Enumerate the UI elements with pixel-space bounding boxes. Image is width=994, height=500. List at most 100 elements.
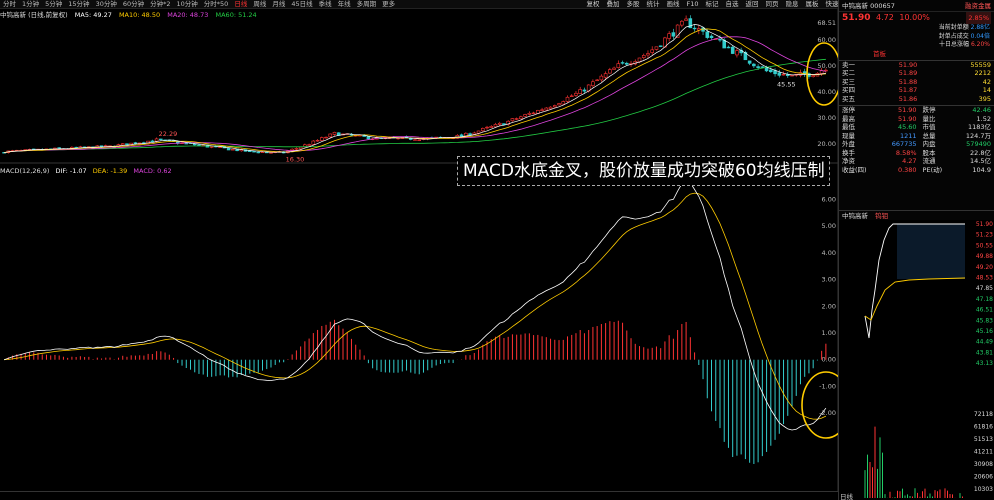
candle-body (790, 74, 794, 77)
book-price: 51.86 (898, 94, 918, 103)
intraday-vol-label: 41211 (974, 449, 993, 456)
stats-row: 换手 8.58% 股本 22.8亿 (839, 149, 994, 158)
stat-label: 现量 (842, 131, 855, 140)
price-annotation: 16.30 (286, 155, 305, 163)
intraday-tick-label: 45.16 (976, 328, 993, 335)
period-tab[interactable]: 年线 (335, 0, 354, 8)
candle-body (722, 39, 727, 49)
period-tab[interactable]: 60分钟 (120, 0, 147, 8)
toolbar-button[interactable]: 属板 (802, 0, 822, 9)
stats-row: 净资 4.27 流通 14.5亿 (839, 157, 994, 166)
intraday-tick-label: 51.23 (976, 232, 993, 239)
toolbar-button[interactable]: 画线 (663, 0, 683, 9)
legend-ma60: MA60: 51.24 (215, 11, 257, 19)
toolbar-button[interactable]: 返回 (742, 0, 762, 9)
period-tab[interactable]: 周线 (250, 0, 269, 8)
candle-body (150, 140, 155, 143)
candle-body (527, 112, 532, 115)
candle-body (468, 133, 472, 136)
toolbar-button[interactable]: 多股 (623, 0, 643, 9)
stat-label: 最低 (842, 123, 855, 131)
ma20-line (4, 36, 826, 154)
toolbar-button[interactable]: 隐息 (782, 0, 802, 9)
seal-amount-label: 当前封单额 (938, 24, 969, 31)
ma10-line (4, 28, 826, 154)
period-tab[interactable]: 5分钟 (42, 0, 65, 8)
toolbar-button[interactable]: 叠加 (603, 0, 623, 9)
tab-sector[interactable]: 钨钼 (875, 212, 888, 220)
book-volume: 14 (982, 86, 991, 94)
toolbar-button[interactable]: 自选 (722, 0, 742, 9)
stat-value: 8.58% (895, 148, 917, 157)
period-tab[interactable]: 季线 (316, 0, 335, 8)
stat-label: 收益(四) (842, 165, 867, 174)
candle-body (218, 146, 222, 148)
toolbar-button[interactable]: 标记 (702, 0, 722, 9)
candle-body (726, 46, 731, 49)
period-tab[interactable]: 更多 (379, 0, 398, 8)
toolbar-button[interactable]: 复权 (583, 0, 603, 9)
candle-body (519, 116, 523, 120)
period-tab[interactable]: 月线 (269, 0, 288, 8)
candle-body (764, 67, 769, 72)
period-tab[interactable]: 分时*50 (201, 0, 232, 8)
macd-tick-label: -1.00 (819, 382, 836, 390)
stat-value: 42.46 (972, 106, 991, 114)
period-tab[interactable]: 1分钟 (19, 0, 42, 8)
period-tab[interactable]: 15分钟 (65, 0, 92, 8)
candle-body (565, 96, 570, 102)
book-side: 买三 (842, 77, 855, 86)
price-top-label: 68.51 (817, 19, 836, 27)
intraday-tick-label: 44.49 (976, 339, 993, 346)
intraday-tick-label: 47.85 (976, 285, 993, 292)
macd-tick-label: 0.00 (822, 356, 836, 364)
ten-day-label: 十日总涨幅 (939, 41, 970, 48)
candle-body (510, 118, 515, 122)
ma-legend: 中钨高新 (日线,前复权) MA5: 49.27 MA10: 48.50 MA2… (0, 10, 262, 20)
order-book: 卖一 51.90 55559 买二 51.89 2212 买三 51.88 42 买四 51.87 1… (839, 59, 994, 104)
price-tick-label: 20.00 (817, 140, 836, 148)
stats-row: 收益(四) 0.380 PE(动) 104.9 (839, 166, 994, 175)
macd-tick-label: 4.00 (822, 249, 836, 257)
stat-value: 22.8亿 (970, 148, 991, 157)
toolbar-button[interactable]: F10 (683, 0, 702, 9)
toolbar-button[interactable]: 同页 (762, 0, 782, 9)
candle-body (680, 20, 684, 26)
period-tab[interactable]: 10分钟 (174, 0, 201, 8)
tab-day[interactable]: 日线 (840, 491, 853, 500)
period-tab[interactable]: 分时 (0, 0, 19, 8)
candle-body (540, 109, 544, 111)
candle-body (667, 33, 671, 39)
period-tab[interactable]: 多周期 (354, 0, 380, 8)
intraday-vol-label: 61816 (974, 424, 993, 431)
board-badge: 首板 (873, 50, 886, 58)
book-price: 51.88 (898, 77, 918, 86)
intraday-tick-label: 47.18 (976, 296, 993, 303)
candle-body (654, 46, 659, 50)
warn-badge[interactable]: 融资金属 (965, 0, 991, 11)
period-tab[interactable]: 日线 (231, 0, 250, 8)
right-panel: 中钨高新 000657 融资金属 51.90 4.72 10.00% 2.85%… (838, 0, 994, 500)
toolbar-button[interactable]: 统计 (643, 0, 663, 9)
candle-body (476, 130, 481, 134)
candle-body (154, 138, 159, 142)
candle-body (769, 69, 773, 73)
candle-body (684, 18, 688, 21)
stat-value: 1211 (900, 131, 917, 140)
stat-label: 量比 (922, 114, 936, 123)
candle-body (641, 55, 646, 58)
legend-macd-val: MACD: 0.62 (133, 167, 172, 175)
candle-body (497, 122, 502, 125)
tab-stock[interactable]: 中钨高新 (842, 212, 868, 220)
stat-label: 市值 (922, 123, 936, 131)
period-tab[interactable]: 30分钟 (93, 0, 120, 8)
candle-body (226, 148, 231, 151)
seal-amount: 2.88亿 (970, 24, 990, 31)
period-tab[interactable]: 45日线 (288, 0, 315, 8)
intraday-vol-label: 72118 (974, 411, 993, 418)
intraday-vol-label: 10303 (974, 486, 993, 493)
candle-body (616, 63, 621, 68)
candle-body (320, 137, 324, 141)
macd-legend: MACD(12,26,9) DIF: -1.07 DEA: -1.39 MACD… (0, 167, 172, 176)
period-tab[interactable]: 分钟*2 (147, 0, 173, 8)
